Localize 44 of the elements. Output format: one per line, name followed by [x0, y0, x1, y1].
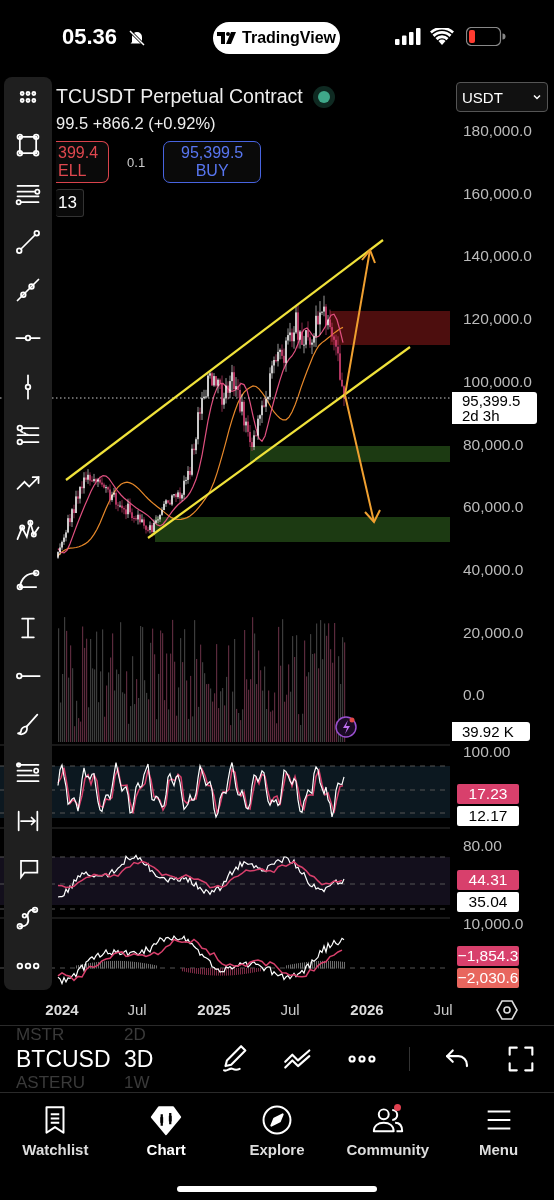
- value-tag: 44.31: [457, 870, 519, 890]
- scale-label: 10,000.0: [463, 915, 524, 933]
- countdown: 2d 3h: [462, 408, 500, 423]
- current-interval[interactable]: 3D: [124, 1044, 204, 1074]
- sell-button[interactable]: 399.4 ELL: [56, 141, 110, 183]
- time-axis-label: 2026: [349, 1001, 385, 1018]
- tab[interactable]: Watchlist: [5, 1103, 106, 1158]
- price-axis-label: 40,000.0: [463, 560, 524, 579]
- spread-value: 0.1: [127, 154, 146, 170]
- price-axis-label: 20,000.0: [463, 623, 524, 642]
- value-tag: 17.23: [457, 784, 519, 804]
- price-axis-label: 100,000.0: [463, 372, 532, 391]
- price-change: 99.5 +866.2 (+0.92%): [56, 114, 216, 133]
- tab[interactable]: Community: [337, 1103, 438, 1158]
- current-symbol[interactable]: BTCUSD: [16, 1044, 124, 1074]
- scale-label: 100.00: [463, 743, 511, 761]
- last-price: 95,399.5: [462, 393, 522, 408]
- time-axis-label: 2024: [44, 1001, 80, 1018]
- value-tag: 12.17: [457, 805, 519, 826]
- time-axis-label: Jul: [432, 1001, 454, 1018]
- volume-label: 39.92 K: [452, 722, 530, 741]
- clock-time: 05.36: [62, 24, 118, 50]
- price-axis-label: 120,000.0: [463, 310, 532, 329]
- price-axis-label: 0.0: [463, 686, 485, 705]
- value-tag: −2,030.6: [457, 967, 519, 988]
- time-axis-label: Jul: [279, 1001, 301, 1018]
- price-axis-label: 180,000.0: [463, 122, 532, 140]
- price-axis-label: 60,000.0: [463, 498, 524, 517]
- app-pill[interactable]: TradingView: [213, 22, 340, 54]
- symbol-title: TCUSDT Perpetual Contract: [56, 85, 303, 108]
- tab[interactable]: Explore: [227, 1103, 327, 1158]
- price-axis-label: 80,000.0: [463, 435, 524, 454]
- value-tag: 35.04: [457, 891, 519, 912]
- price-axis-label: 140,000.0: [463, 247, 532, 266]
- interval-button[interactable]: 13: [56, 189, 84, 217]
- time-axis-label: Jul: [126, 1001, 148, 1018]
- value-tag: −1,854.3: [457, 946, 519, 966]
- tab[interactable]: Chart: [116, 1103, 217, 1158]
- price-axis-label: 160,000.0: [463, 184, 532, 203]
- time-axis-label: 2025: [196, 1001, 232, 1018]
- buy-button[interactable]: 95,399.5 BUY: [163, 141, 262, 183]
- scale-label: 80.00: [463, 837, 502, 855]
- tab[interactable]: Menu: [448, 1103, 549, 1158]
- currency-dropdown[interactable]: USDT: [456, 82, 548, 112]
